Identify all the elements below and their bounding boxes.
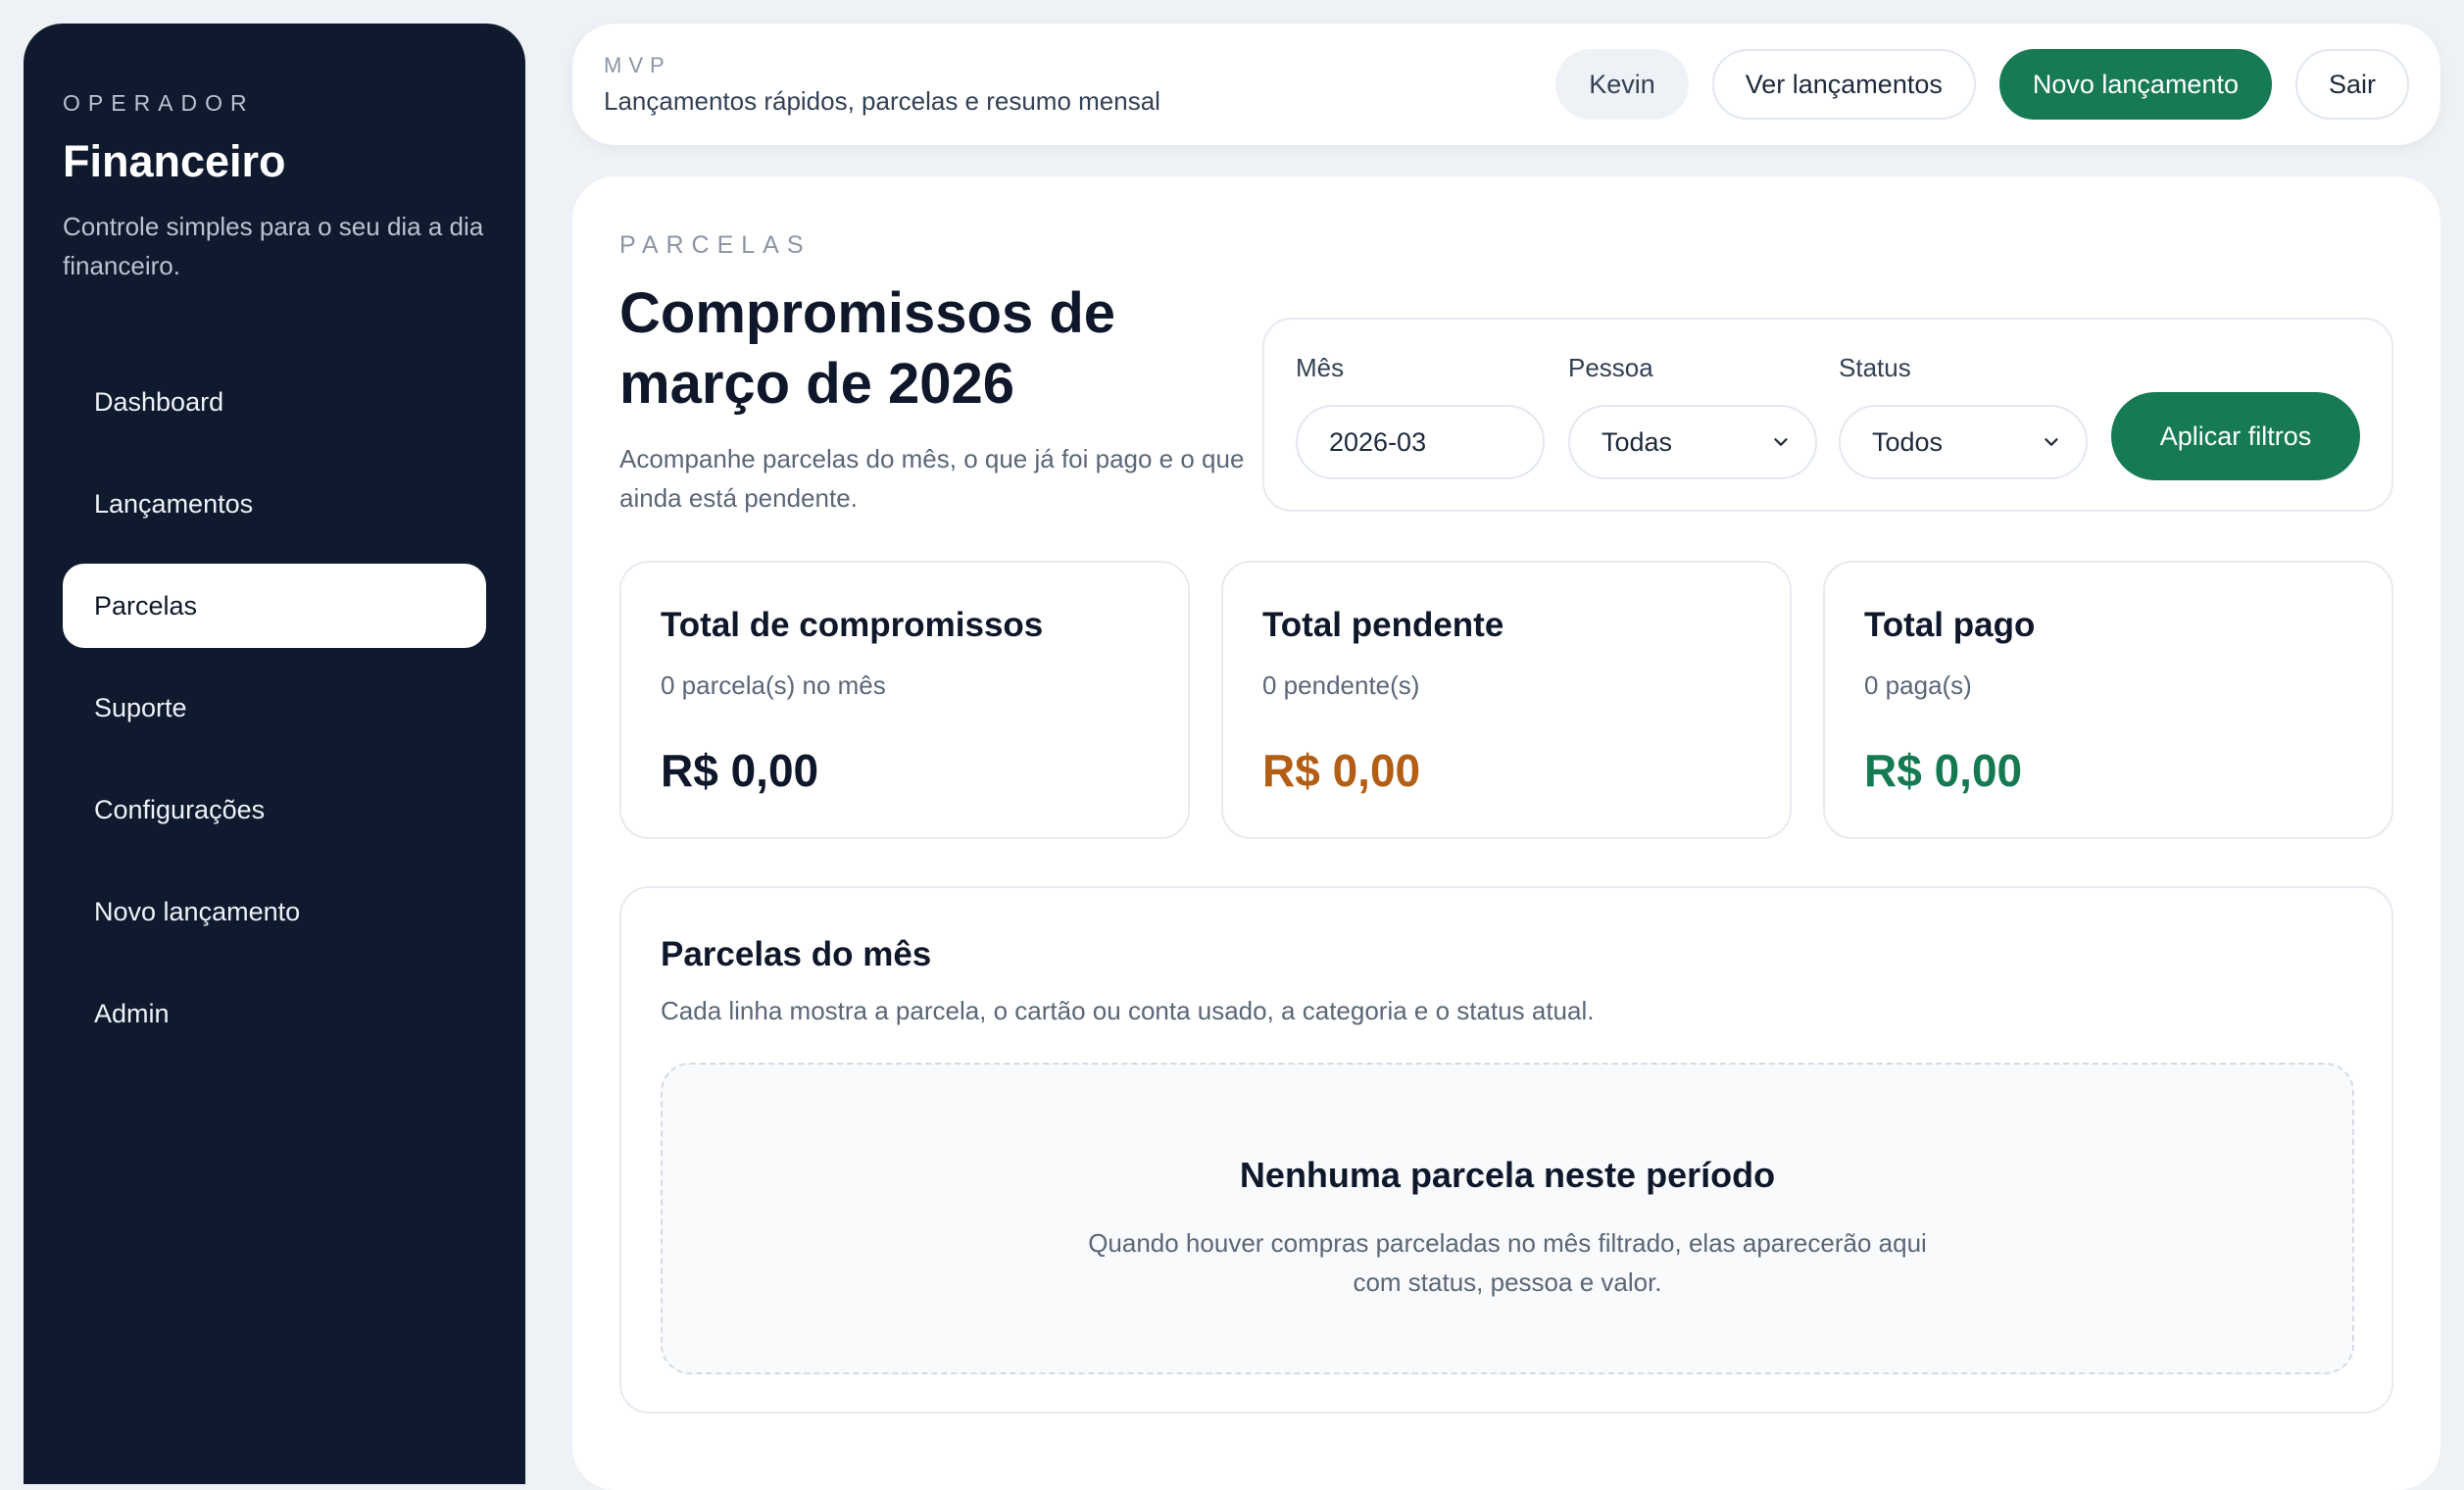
stat-value: R$ 0,00	[1864, 745, 2023, 796]
stat-card-pending: Total pendente 0 pendente(s) R$ 0,00	[1221, 561, 1792, 839]
stat-card-paid: Total pago 0 paga(s) R$ 0,00	[1823, 561, 2393, 839]
new-entry-button[interactable]: Novo lançamento	[1998, 49, 2272, 120]
chevron-down-icon	[2045, 438, 2058, 446]
installments-title: Parcelas do mês	[661, 935, 932, 973]
sidebar-item-dashboard[interactable]: Dashboard	[63, 360, 486, 444]
user-badge: Kevin	[1555, 49, 1689, 120]
stat-subtitle: 0 pendente(s)	[1262, 670, 1420, 700]
empty-state-description: Quando houver compras parceladas no mês …	[1088, 1228, 1927, 1297]
topbar-eyebrow: MVP	[604, 53, 671, 77]
person-select[interactable]: Todas	[1568, 405, 1817, 479]
sidebar-eyebrow: OPERADOR	[63, 90, 255, 116]
main-panel: PARCELAS Compromissos de março de 2026 A…	[572, 176, 2440, 1490]
empty-state-title: Nenhuma parcela neste período	[1239, 1155, 1776, 1195]
person-filter: Pessoa Todas	[1568, 353, 1817, 479]
status-select[interactable]: Todos	[1839, 405, 2088, 479]
sidebar-item-admin[interactable]: Admin	[63, 971, 486, 1056]
app-title: Financeiro	[63, 136, 286, 186]
apply-filters-button[interactable]: Aplicar filtros	[2111, 392, 2360, 480]
month-value: 2026-03	[1329, 426, 1427, 457]
page-title: Compromissos de março de 2026	[619, 281, 1115, 416]
sidebar-item-novo-lancamento[interactable]: Novo lançamento	[63, 869, 486, 954]
chevron-down-icon	[1774, 438, 1788, 446]
logout-button[interactable]: Sair	[2294, 49, 2409, 120]
status-filter: Status Todos	[1839, 353, 2088, 479]
sidebar-item-parcelas[interactable]: Parcelas	[63, 564, 486, 648]
stat-subtitle: 0 parcela(s) no mês	[661, 670, 886, 700]
month-label: Mês	[1296, 353, 1345, 382]
stat-title: Total de compromissos	[661, 606, 1044, 644]
top-bar: MVP Lançamentos rápidos, parcelas e resu…	[572, 24, 2440, 145]
stat-value: R$ 0,00	[1262, 745, 1421, 796]
sidebar: OPERADOR Financeiro Controle simples par…	[24, 24, 525, 1484]
person-label: Pessoa	[1568, 353, 1653, 382]
stat-title: Total pendente	[1262, 606, 1504, 644]
status-label: Status	[1839, 353, 1911, 382]
empty-state: Nenhuma parcela neste período Quando hou…	[661, 1063, 2354, 1374]
installments-subtitle: Cada linha mostra a parcela, o cartão ou…	[661, 996, 1595, 1025]
stat-subtitle: 0 paga(s)	[1864, 670, 1972, 700]
app-description: Controle simples para o seu dia a dia fi…	[63, 212, 484, 280]
sidebar-item-configuracoes[interactable]: Configurações	[63, 768, 486, 852]
page-eyebrow: PARCELAS	[619, 231, 812, 259]
topbar-subtitle: Lançamentos rápidos, parcelas e resumo m…	[604, 86, 1160, 116]
installments-card: Parcelas do mês Cada linha mostra a parc…	[619, 886, 2393, 1414]
month-filter: Mês 2026-03	[1296, 353, 1545, 479]
sidebar-nav: Dashboard Lançamentos Parcelas Suporte C…	[63, 360, 486, 1056]
sidebar-item-lancamentos[interactable]: Lançamentos	[63, 462, 486, 546]
stat-card-total: Total de compromissos 0 parcela(s) no mê…	[619, 561, 1190, 839]
person-value: Todas	[1602, 426, 1673, 457]
status-value: Todos	[1872, 426, 1944, 457]
view-entries-button[interactable]: Ver lançamentos	[1711, 49, 1976, 120]
topbar-actions: Kevin Ver lançamentos Novo lançamento Sa…	[1555, 49, 2409, 120]
filters-panel: Mês 2026-03 Pessoa Todas Status Todos Ap…	[1262, 318, 2393, 512]
stat-value: R$ 0,00	[661, 745, 819, 796]
month-input[interactable]: 2026-03	[1296, 405, 1545, 479]
sidebar-item-suporte[interactable]: Suporte	[63, 666, 486, 750]
page-description: Acompanhe parcelas do mês, o que já foi …	[619, 444, 1245, 513]
stat-title: Total pago	[1864, 606, 2036, 644]
